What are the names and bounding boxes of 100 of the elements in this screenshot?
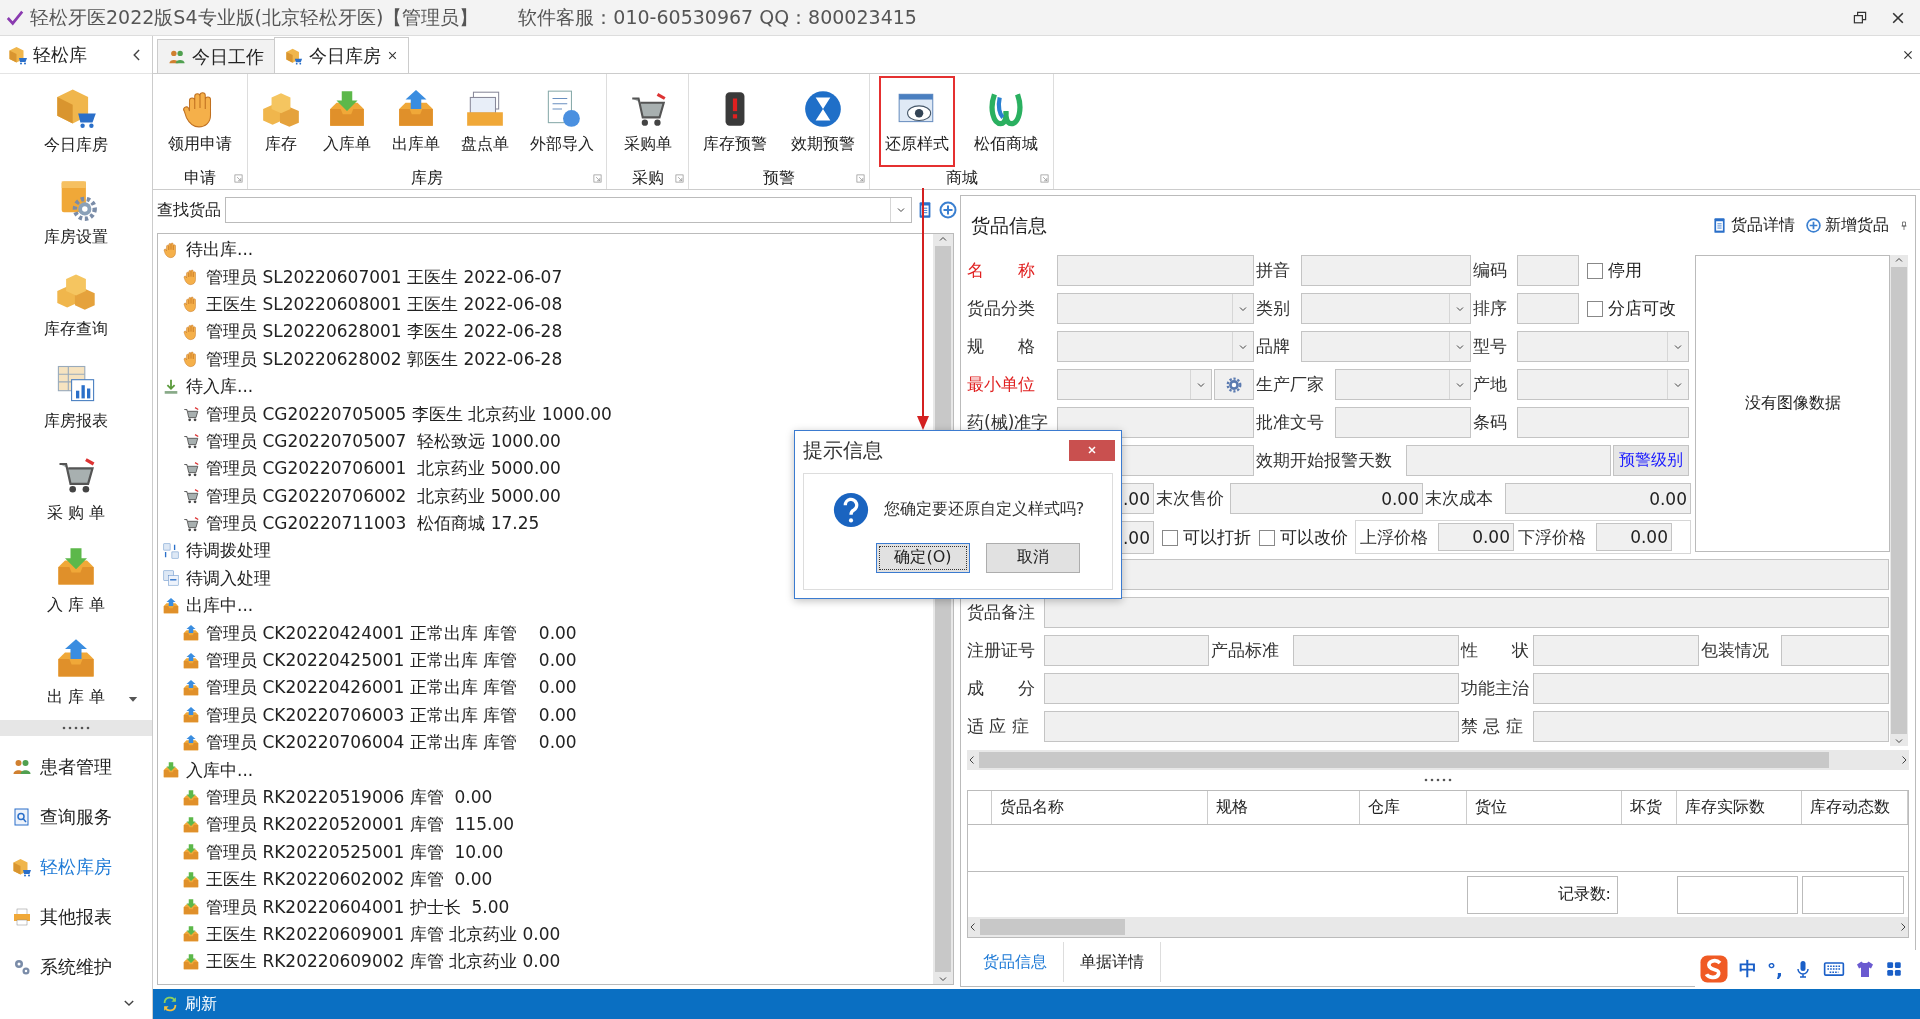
input-field[interactable]: 0.00 <box>1438 523 1514 551</box>
input-field[interactable] <box>1335 407 1471 438</box>
input-field[interactable] <box>1781 635 1889 666</box>
nav-item[interactable]: 患者管理 <box>0 742 152 792</box>
sidebar-item[interactable]: 库房报表 <box>0 350 152 442</box>
ribbon-button[interactable]: 领用申请 <box>162 76 238 167</box>
checkbox[interactable] <box>1162 529 1178 546</box>
input-field[interactable] <box>1293 635 1459 666</box>
scrollbar[interactable] <box>967 750 1909 770</box>
dropdown-field[interactable] <box>1335 369 1471 400</box>
ribbon-button[interactable]: 外部导入 <box>523 76 600 167</box>
column-header[interactable]: 坏货 <box>1622 791 1677 824</box>
dropdown-field[interactable] <box>1057 293 1254 324</box>
action-link[interactable]: 货品详情 <box>1711 215 1795 236</box>
checkbox[interactable] <box>1587 262 1603 279</box>
ribbon-button[interactable]: 入库单 <box>317 76 378 167</box>
input-field[interactable] <box>1533 635 1699 666</box>
nav-item[interactable]: 查询服务 <box>0 792 152 842</box>
input-field[interactable] <box>1057 255 1254 286</box>
tree-item[interactable]: 管理员 CG20220711003 松佰商城 17.25 <box>206 512 540 536</box>
sidebar-item[interactable]: 库房设置 <box>0 166 152 258</box>
tree-item[interactable]: 王医生 SL20220608001 王医生 2022-06-08 <box>206 292 563 316</box>
refresh-button[interactable]: 刷新 <box>185 993 217 1015</box>
dropdown-field[interactable] <box>1301 331 1471 362</box>
ribbon-button[interactable]: 库存 <box>254 76 309 167</box>
dialog-button[interactable]: 确定(O) <box>876 542 970 573</box>
sidebar-item[interactable]: 出 库 单 <box>0 626 152 718</box>
dropdown-field[interactable] <box>1057 369 1212 400</box>
checkbox[interactable] <box>1587 300 1603 317</box>
tree-item[interactable]: 管理员 CG20220705005 李医生 北京药业 1000.00 <box>206 402 612 426</box>
tree-item[interactable]: 管理员 CK20220426001 正常出库 库管 0.00 <box>206 676 577 700</box>
tree-item[interactable]: 王医生 RK20220609001 库管 北京药业 0.00 <box>206 922 561 946</box>
input-field[interactable] <box>1044 597 1889 628</box>
dialog-button[interactable]: 取消 <box>986 542 1080 573</box>
tree-item[interactable]: 王医生 RK20220609002 库管 北京药业 0.00 <box>206 950 561 974</box>
tree-item[interactable]: 待出库... <box>186 238 254 262</box>
column-header[interactable]: 库存动态数 <box>1802 791 1908 824</box>
tree-item[interactable]: 管理员 CK20220706004 正常出库 库管 0.00 <box>206 731 577 755</box>
input-field[interactable] <box>1057 407 1254 438</box>
tree-item[interactable]: 管理员 SL20220607001 王医生 2022-06-07 <box>206 265 563 289</box>
sidebar-item[interactable]: 今日库房 <box>0 74 152 166</box>
input-field[interactable] <box>1044 711 1459 742</box>
input-field[interactable] <box>1517 255 1579 286</box>
nav-item[interactable]: 轻松库房 <box>0 842 152 892</box>
input-mode[interactable]: 中 <box>1739 957 1757 981</box>
dropdown-field[interactable] <box>1301 293 1471 324</box>
input-field[interactable] <box>1301 255 1471 286</box>
link-button[interactable]: 预警级别 <box>1613 445 1689 476</box>
tree-item[interactable]: 管理员 SL20220628002 郭医生 2022-06-28 <box>206 347 563 371</box>
tree-item[interactable]: 管理员 RK20220604001 护士长 5.00 <box>206 895 510 919</box>
tree-item[interactable]: 入库中... <box>186 758 254 782</box>
settings-button[interactable] <box>1214 369 1254 400</box>
nav-item[interactable]: 其他报表 <box>0 892 152 942</box>
checkbox[interactable] <box>1259 529 1275 546</box>
action-link[interactable]: 新增货品 <box>1805 215 1889 236</box>
close-button[interactable] <box>1069 439 1115 461</box>
tree-item[interactable]: 管理员 CG20220706001 北京药业 5000.00 <box>206 457 561 481</box>
tab[interactable]: 今日工作 <box>157 39 275 73</box>
tab[interactable]: 单据详情 <box>1064 942 1161 982</box>
tree-item[interactable]: 管理员 SL20220628001 李医生 2022-06-28 <box>206 320 563 344</box>
tree-item[interactable]: 管理员 CK20220425001 正常出库 库管 0.00 <box>206 649 577 673</box>
column-header[interactable]: 库存实际数 <box>1677 791 1802 824</box>
tree-item[interactable]: 管理员 CG20220706002 北京药业 5000.00 <box>206 484 561 508</box>
input-field[interactable] <box>1517 293 1579 324</box>
input-field[interactable]: 0.00 <box>1596 523 1672 551</box>
tree-item[interactable]: 待调入处理 <box>186 566 271 590</box>
ribbon-button[interactable]: 出库单 <box>386 76 446 167</box>
input-field[interactable] <box>1517 407 1689 438</box>
tree-item[interactable]: 管理员 CK20220424001 正常出库 库管 0.00 <box>206 621 577 645</box>
dropdown-field[interactable] <box>1517 369 1689 400</box>
scrollbar[interactable] <box>1890 255 1908 746</box>
ribbon-button[interactable]: 采购单 <box>617 76 678 167</box>
column-header[interactable]: 货品名称 <box>992 791 1208 824</box>
ribbon-button[interactable]: 库存预警 <box>697 76 773 167</box>
scrollbar[interactable] <box>968 917 1908 937</box>
input-field[interactable] <box>1533 711 1889 742</box>
ribbon-button[interactable]: 效期预警 <box>785 76 861 167</box>
input-field[interactable] <box>1533 673 1889 704</box>
dropdown-field[interactable] <box>1517 331 1689 362</box>
search-field[interactable] <box>225 197 912 223</box>
ribbon-button[interactable]: 盘点单 <box>454 76 515 167</box>
ribbon-button[interactable]: 松佰商城 <box>968 76 1045 167</box>
sidebar-item[interactable]: 采 购 单 <box>0 442 152 534</box>
tree-item[interactable]: 王医生 RK20220602002 库管 0.00 <box>206 868 493 892</box>
tab[interactable]: 货品信息 <box>967 942 1064 982</box>
input-field[interactable] <box>1044 673 1459 704</box>
sidebar-item[interactable]: 入 库 单 <box>0 534 152 626</box>
input-field[interactable]: 0.00 <box>1505 483 1691 514</box>
ribbon-button[interactable]: 还原样式 <box>878 76 955 167</box>
image-field[interactable]: 没有图像数据 <box>1695 255 1890 552</box>
tree-item[interactable]: 管理员 RK20220519006 库管 0.00 <box>206 786 493 809</box>
tab[interactable]: 今日库房 <box>274 37 409 73</box>
input-field[interactable] <box>1044 635 1209 666</box>
dropdown-field[interactable] <box>1057 331 1254 362</box>
column-header[interactable]: 规格 <box>1208 791 1360 824</box>
column-header[interactable]: 货位 <box>1467 791 1622 824</box>
tree-item[interactable]: 出库中... <box>186 594 254 618</box>
nav-item[interactable]: 系统维护 <box>0 942 152 992</box>
input-field[interactable] <box>1406 445 1611 476</box>
column-header[interactable]: 仓库 <box>1360 791 1467 824</box>
